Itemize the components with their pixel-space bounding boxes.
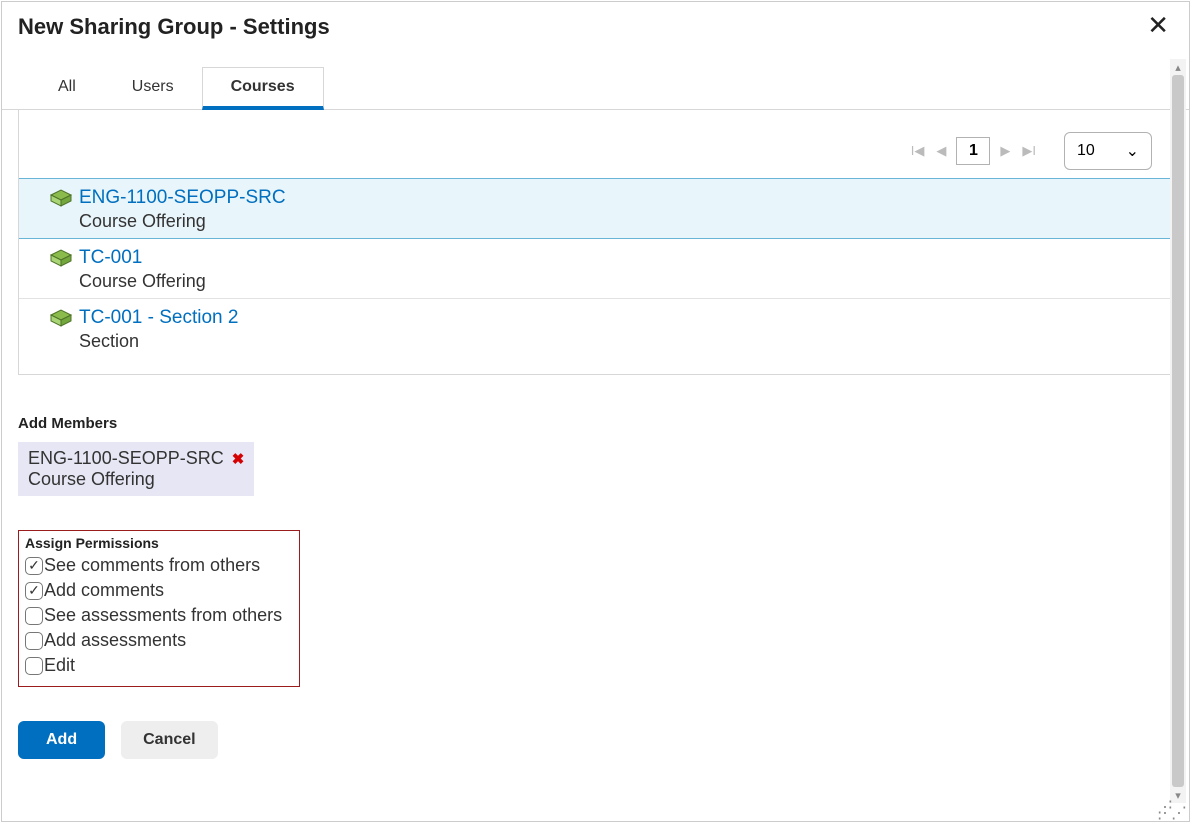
dialog-title: New Sharing Group - Settings [18,10,330,40]
course-row[interactable]: TC-001 - Section 2 Section [19,299,1172,358]
permission-label: See assessments from others [44,605,282,626]
content: I◀ ◀ ▶ ▶I 10 ⌄ [2,110,1189,771]
member-chip-title: ENG-1100-SEOPP-SRC [28,448,224,469]
scrollbar-down-button[interactable]: ▾ [1170,787,1186,803]
book-icon [49,309,73,331]
caret-up-icon: ▴ [1175,61,1181,74]
course-link[interactable]: TC-001 [79,247,206,269]
button-row: Add Cancel [18,721,1173,759]
permission-checkbox[interactable] [25,632,43,650]
course-info: TC-001 - Section 2 Section [79,307,238,352]
per-page-select[interactable]: 10 ⌄ [1064,132,1152,170]
pagination-page-input[interactable] [956,137,990,165]
course-link[interactable]: ENG-1100-SEOPP-SRC [79,187,286,209]
dialog: New Sharing Group - Settings ✕ All Users… [1,1,1190,822]
per-page-value: 10 [1077,142,1095,160]
add-button[interactable]: Add [18,721,105,759]
permission-item: ✓ See comments from others [25,555,291,576]
tab-users[interactable]: Users [104,67,202,109]
pagination-last-button[interactable]: ▶I [1020,140,1038,162]
tabs: All Users Courses [2,67,1189,110]
course-row[interactable]: ENG-1100-SEOPP-SRC Course Offering [19,178,1172,239]
pagination-first-button[interactable]: I◀ [909,140,927,162]
permission-item: Edit [25,655,291,676]
course-info: TC-001 Course Offering [79,247,206,292]
pagination-row: I◀ ◀ ▶ ▶I 10 ⌄ [19,110,1172,178]
dialog-header: New Sharing Group - Settings ✕ [2,2,1189,40]
course-type: Section [79,331,238,352]
assign-permissions-box: Assign Permissions ✓ See comments from o… [18,530,300,687]
pagination-prev-button[interactable]: ◀ [934,140,948,162]
remove-icon: ✖ [232,451,245,468]
course-panel: I◀ ◀ ▶ ▶I 10 ⌄ [18,110,1173,375]
course-list: ENG-1100-SEOPP-SRC Course Offering TC-00… [19,178,1172,374]
member-chip: ENG-1100-SEOPP-SRC ✖ Course Offering [18,442,254,496]
course-row[interactable]: TC-001 Course Offering [19,239,1172,299]
permission-label: Add assessments [44,630,186,651]
permission-checkbox[interactable]: ✓ [25,557,43,575]
prev-page-icon: ◀ [936,143,946,158]
add-members-heading: Add Members [18,415,1173,432]
resize-handle[interactable]: ⋰⋰⋰ [1157,805,1185,817]
book-icon [49,249,73,271]
close-button[interactable]: ✕ [1143,10,1173,40]
course-type: Course Offering [79,271,206,292]
tab-courses[interactable]: Courses [202,67,324,110]
tab-all[interactable]: All [30,67,104,109]
next-page-icon: ▶ [1000,143,1010,158]
cancel-button[interactable]: Cancel [121,721,217,759]
caret-down-icon: ▾ [1175,789,1181,802]
member-chip-subtitle: Course Offering [28,469,244,490]
assign-permissions-heading: Assign Permissions [25,535,291,551]
permission-item: Add assessments [25,630,291,651]
permission-label: Edit [44,655,75,676]
scrollbar-thumb[interactable] [1172,75,1184,787]
course-type: Course Offering [79,211,286,232]
permission-label: See comments from others [44,555,260,576]
permission-item: See assessments from others [25,605,291,626]
permission-item: ✓ Add comments [25,580,291,601]
last-page-icon: ▶I [1022,143,1036,158]
permission-checkbox[interactable]: ✓ [25,582,43,600]
permission-checkbox[interactable] [25,657,43,675]
first-page-icon: I◀ [911,143,925,158]
chevron-down-icon: ⌄ [1126,141,1139,161]
scrollbar[interactable]: ▴ ▾ [1170,59,1186,803]
permission-label: Add comments [44,580,164,601]
scroll-area: All Users Courses I◀ ◀ ▶ ▶I 10 ⌄ [2,59,1189,803]
book-icon [49,189,73,211]
check-icon: ✓ [28,557,40,574]
course-info: ENG-1100-SEOPP-SRC Course Offering [79,187,286,232]
course-link[interactable]: TC-001 - Section 2 [79,307,238,329]
close-icon: ✕ [1147,10,1169,40]
check-icon: ✓ [28,582,40,599]
remove-member-button[interactable]: ✖ [232,450,245,468]
scrollbar-up-button[interactable]: ▴ [1170,59,1186,75]
permission-checkbox[interactable] [25,607,43,625]
pagination-next-button[interactable]: ▶ [998,140,1012,162]
